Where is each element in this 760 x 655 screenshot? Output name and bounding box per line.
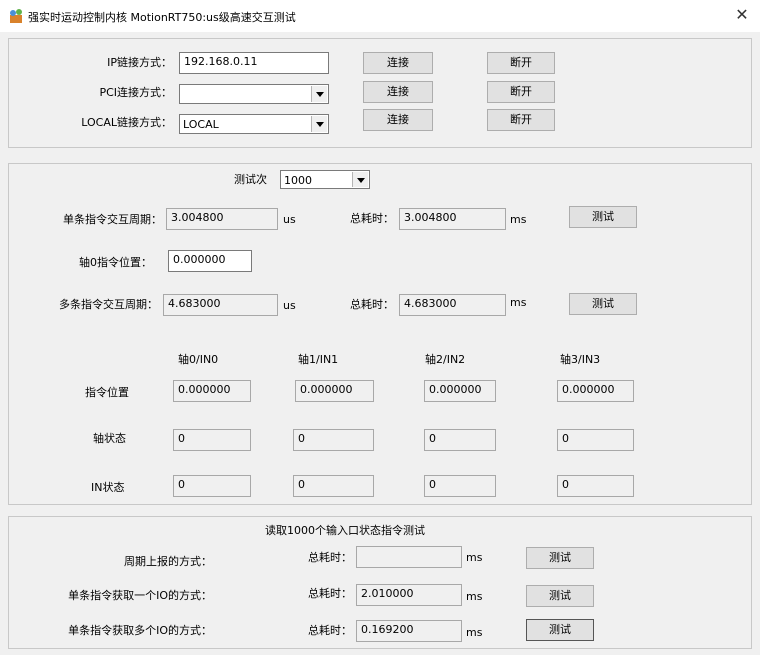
local-combo[interactable]: LOCAL <box>179 114 329 134</box>
axis-status-value: 0 <box>293 429 374 451</box>
test-count-value: 1000 <box>284 174 312 187</box>
ip-disconnect-button[interactable]: 断开 <box>487 52 555 74</box>
io-row-value <box>356 546 462 568</box>
local-connect-button[interactable]: 连接 <box>363 109 433 131</box>
row-label-in-status: IN状态 <box>91 481 125 494</box>
pci-disconnect-label: 断开 <box>510 85 532 98</box>
window-title: 强实时运动控制内核 MotionRT750:us级高速交互测试 <box>28 11 296 24</box>
ip-connect-label: 连接 <box>387 56 409 69</box>
local-disconnect-button[interactable]: 断开 <box>487 109 555 131</box>
io-row-value: 2.010000 <box>356 584 462 606</box>
io-row-unit: ms <box>466 626 483 639</box>
close-icon[interactable]: ✕ <box>732 5 752 25</box>
axis-position-value: 0.000000 <box>557 380 634 402</box>
io-row-label: 单条指令获取多个IO的方式： <box>68 624 212 637</box>
io-row-unit: ms <box>466 551 483 564</box>
in-status-value: 0 <box>173 475 251 497</box>
axis-header: 轴1/IN1 <box>298 353 339 366</box>
in-status-value: 0 <box>293 475 374 497</box>
io-row-unit: ms <box>466 590 483 603</box>
axis-header: 轴2/IN2 <box>425 353 466 366</box>
local-connect-label: 连接 <box>387 113 409 126</box>
pci-connect-button[interactable]: 连接 <box>363 81 433 103</box>
axis-position-value: 0.000000 <box>173 380 251 402</box>
axis0-position-input[interactable]: 0.000000 <box>168 250 252 272</box>
local-disconnect-label: 断开 <box>510 113 532 126</box>
single-test-button[interactable]: 测试 <box>569 206 637 228</box>
multi-total-label: 总耗时： <box>350 298 394 311</box>
io-row-label: 单条指令获取一个IO的方式： <box>68 589 212 602</box>
single-test-label: 测试 <box>592 210 614 223</box>
multi-test-label: 测试 <box>592 297 614 310</box>
io-test-title: 读取1000个输入口状态指令测试 <box>265 524 425 537</box>
axis-status-value: 0 <box>424 429 496 451</box>
ip-label: IP链接方式： <box>107 56 172 69</box>
test-count-combo[interactable]: 1000 <box>280 170 370 189</box>
multi-total-unit: ms <box>510 296 527 309</box>
pci-connect-label: 连接 <box>387 85 409 98</box>
axis-position-value: 0.000000 <box>424 380 496 402</box>
local-combo-value: LOCAL <box>183 118 219 131</box>
io-test-label: 测试 <box>549 623 571 636</box>
local-label: LOCAL链接方式： <box>81 116 172 129</box>
ip-disconnect-label: 断开 <box>510 56 532 69</box>
io-multi-test-button[interactable]: 测试 <box>526 619 594 641</box>
io-row-value: 0.169200 <box>356 620 462 642</box>
in-status-value: 0 <box>424 475 496 497</box>
single-total-label: 总耗时： <box>350 212 394 225</box>
io-test-label: 测试 <box>549 589 571 602</box>
axis-status-value: 0 <box>557 429 634 451</box>
chevron-down-icon[interactable] <box>311 86 327 102</box>
row-label-position: 指令位置 <box>85 386 129 399</box>
io-row-total-label: 总耗时： <box>308 551 352 564</box>
io-test-label: 测试 <box>549 551 571 564</box>
pci-combo[interactable] <box>179 84 329 104</box>
multi-cycle-value: 4.683000 <box>163 294 278 316</box>
chevron-down-icon[interactable] <box>352 172 368 187</box>
multi-test-button[interactable]: 测试 <box>569 293 637 315</box>
multi-cycle-unit: us <box>283 299 296 312</box>
axis-header: 轴3/IN3 <box>560 353 601 366</box>
app-icon <box>10 9 22 23</box>
axis-position-value: 0.000000 <box>295 380 374 402</box>
io-row-label: 周期上报的方式： <box>124 555 212 568</box>
single-total-value: 3.004800 <box>399 208 506 230</box>
single-total-unit: ms <box>510 213 527 226</box>
ip-input[interactable]: 192.168.0.11 <box>179 52 329 74</box>
io-periodic-test-button[interactable]: 测试 <box>526 547 594 569</box>
axis0-position-label: 轴0指令位置： <box>79 256 152 269</box>
chevron-down-icon[interactable] <box>311 116 327 132</box>
single-cycle-value: 3.004800 <box>166 208 278 230</box>
axis-status-value: 0 <box>173 429 251 451</box>
ip-connect-button[interactable]: 连接 <box>363 52 433 74</box>
io-row-total-label: 总耗时： <box>308 624 352 637</box>
single-cycle-unit: us <box>283 213 296 226</box>
title-bar: 强实时运动控制内核 MotionRT750:us级高速交互测试 ✕ <box>0 0 760 32</box>
axis-header: 轴0/IN0 <box>178 353 219 366</box>
row-label-status: 轴状态 <box>93 432 126 445</box>
pci-label: PCI连接方式： <box>99 86 172 99</box>
io-row-total-label: 总耗时： <box>308 587 352 600</box>
single-cycle-label: 单条指令交互周期： <box>63 213 162 226</box>
multi-cycle-label: 多条指令交互周期： <box>59 298 158 311</box>
in-status-value: 0 <box>557 475 634 497</box>
pci-disconnect-button[interactable]: 断开 <box>487 81 555 103</box>
multi-total-value: 4.683000 <box>399 294 506 316</box>
io-single-test-button[interactable]: 测试 <box>526 585 594 607</box>
test-count-label: 测试次 <box>234 173 267 186</box>
